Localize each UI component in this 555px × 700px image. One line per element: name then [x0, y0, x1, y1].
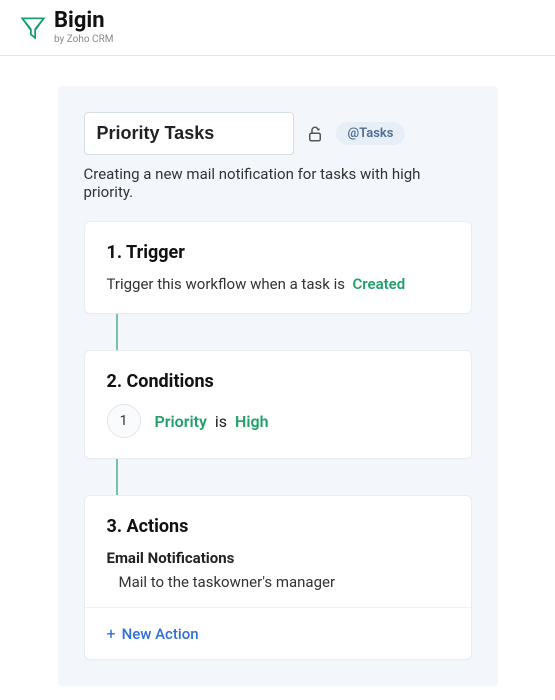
action-item[interactable]: Mail to the taskowner's manager	[107, 573, 449, 591]
new-action-button[interactable]: + New Action	[107, 624, 199, 643]
bigin-logo-icon	[20, 15, 46, 41]
workflow-title-input[interactable]	[84, 112, 294, 155]
brand-text: Bigin by Zoho CRM	[54, 10, 113, 45]
actions-card[interactable]: 3. Actions Email Notifications Mail to t…	[84, 495, 472, 660]
condition-expression: Priority is High	[155, 412, 269, 431]
connector-line	[116, 314, 118, 350]
unlock-icon[interactable]	[306, 125, 324, 143]
trigger-heading: 1. Trigger	[107, 242, 449, 263]
connector-line	[116, 459, 118, 495]
trigger-event[interactable]: Created	[352, 275, 405, 293]
condition-value[interactable]: High	[235, 412, 269, 431]
conditions-heading: 2. Conditions	[107, 371, 449, 392]
title-row: @Tasks	[84, 112, 472, 155]
actions-section-label: Email Notifications	[107, 549, 449, 567]
brand-tagline: by Zoho CRM	[54, 34, 113, 45]
trigger-body: Trigger this workflow when a task is Cre…	[107, 275, 449, 293]
actions-heading: 3. Actions	[107, 516, 449, 537]
new-action-row: + New Action	[85, 607, 471, 659]
trigger-card[interactable]: 1. Trigger Trigger this workflow when a …	[84, 221, 472, 314]
plus-icon: +	[107, 624, 116, 643]
new-action-label: New Action	[122, 625, 199, 643]
trigger-prefix: Trigger this workflow when a task is	[107, 275, 345, 293]
module-tag[interactable]: @Tasks	[336, 122, 406, 145]
condition-op: is	[215, 412, 227, 431]
condition-field[interactable]: Priority	[155, 412, 207, 431]
condition-index-badge: 1	[107, 404, 141, 438]
condition-row: 1 Priority is High	[107, 404, 449, 438]
brand-title: Bigin	[54, 10, 113, 32]
conditions-card[interactable]: 2. Conditions 1 Priority is High	[84, 350, 472, 459]
workflow-builder-panel: @Tasks Creating a new mail notification …	[58, 86, 498, 686]
app-header: Bigin by Zoho CRM	[0, 0, 555, 56]
workflow-description: Creating a new mail notification for tas…	[84, 165, 472, 201]
